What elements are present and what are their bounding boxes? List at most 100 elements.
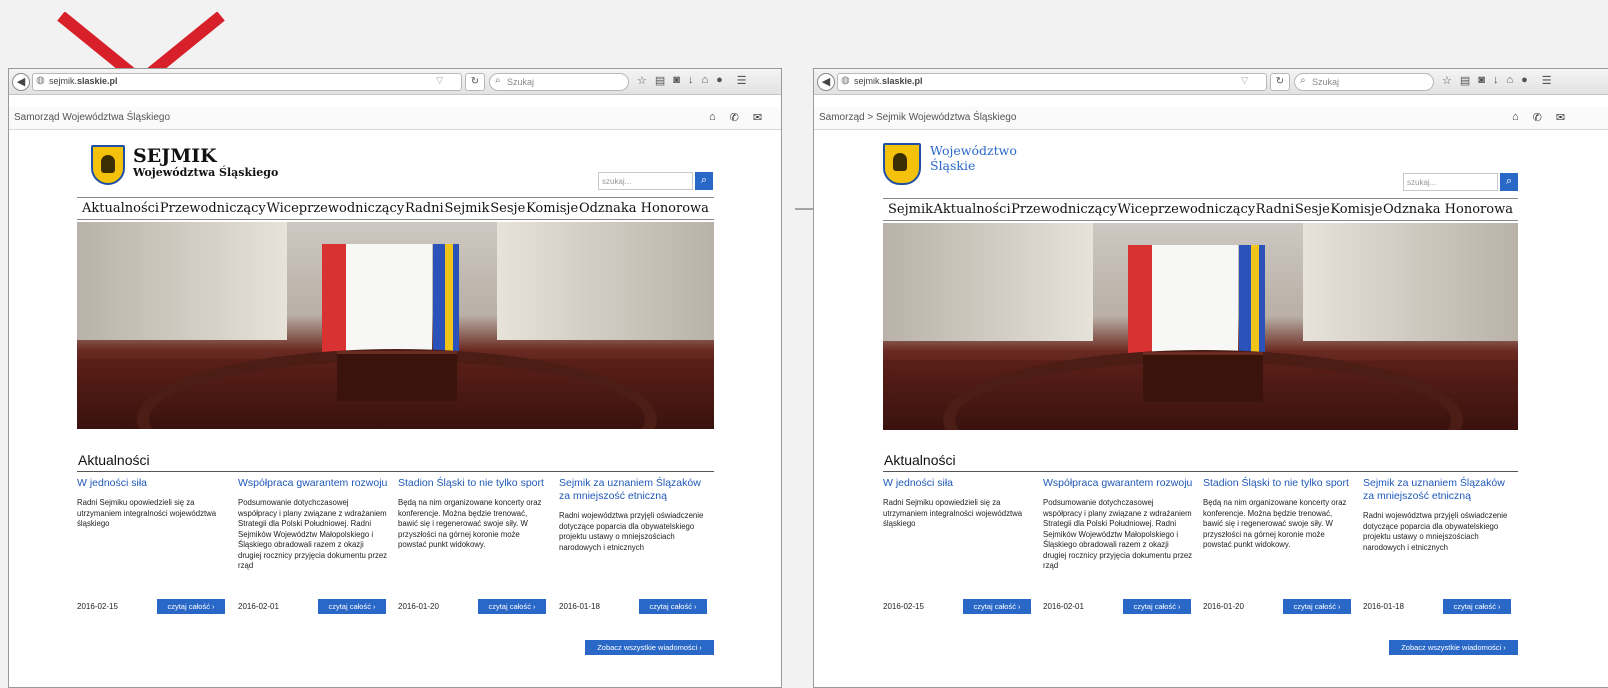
news-footer: 2016-01-20 czytaj całość ›: [1203, 599, 1351, 615]
news-text: Będą na nim organizowane koncerty oraz k…: [398, 498, 542, 549]
menu-item-sesje[interactable]: Sesje: [490, 201, 525, 216]
search-placeholder: Szukaj: [1312, 77, 1340, 87]
news-footer: 2016-02-15 czytaj całość ›: [77, 599, 225, 615]
news-date: 2016-01-20: [398, 602, 439, 611]
home-icon[interactable]: ⌂: [1506, 74, 1513, 87]
browser-toolbar: ◀ ◍ sejmik.slaskie.pl ▽ ↻ ⌕ Szukaj ☆ ▤ ◙…: [814, 69, 1608, 95]
menu-item-wiceprzewodniczacy[interactable]: Wiceprzewodniczący: [1117, 202, 1255, 217]
home-icon[interactable]: ⌂: [1512, 111, 1519, 124]
clipboard-icon[interactable]: ▤: [655, 74, 665, 87]
all-news-button[interactable]: Zobacz wszystkie wiadomości ›: [1389, 640, 1518, 655]
read-more-button[interactable]: czytaj całość ›: [963, 599, 1031, 614]
menu-item-odznaka[interactable]: Odznaka Honorowa: [579, 201, 709, 216]
all-news-button[interactable]: Zobacz wszystkie wiadomości ›: [585, 640, 714, 655]
pocket-icon[interactable]: ◙: [673, 74, 680, 87]
news-text: Radni Sejmiku opowiedzieli się za utrzym…: [883, 498, 1023, 528]
search-icon[interactable]: ⌕: [1500, 173, 1518, 191]
news-title[interactable]: Współpraca gwarantem rozwoju: [238, 477, 388, 490]
news-date: 2016-02-15: [77, 602, 118, 611]
news-item: W jedności siła Radni Sejmiku opowiedzie…: [883, 477, 1033, 530]
menu-item-odznaka[interactable]: Odznaka Honorowa: [1383, 202, 1513, 217]
read-more-button[interactable]: czytaj całość ›: [318, 599, 386, 614]
news-title[interactable]: Stadion Śląski to nie tylko sport: [1203, 477, 1353, 490]
download-icon[interactable]: ↓: [688, 74, 694, 87]
url-bar[interactable]: ◍ sejmik.slaskie.pl ▽: [32, 73, 462, 91]
news-footer: 2016-01-18 czytaj całość ›: [559, 599, 707, 615]
reload-button[interactable]: ↻: [1270, 73, 1290, 91]
menu-icon[interactable]: ☰: [1542, 74, 1552, 87]
news-text: Podsumowanie dotychczasowej współpracy i…: [1043, 498, 1193, 570]
dropdown-icon[interactable]: ▽: [436, 75, 443, 86]
breadcrumb-icons: ⌂ ✆ ✉: [709, 111, 762, 124]
hero-image: [77, 222, 714, 429]
news-item: Sejmik za uznaniem Ślązaków za mniejszoś…: [559, 477, 709, 553]
menu-item-komisje[interactable]: Komisje: [1330, 202, 1382, 217]
menu-icon[interactable]: ☰: [737, 74, 747, 87]
browser-window-old: ◀ ◍ sejmik.slaskie.pl ▽ ↻ ⌕ Szukaj ☆ ▤ ◙…: [8, 68, 782, 688]
menu-item-przewodniczacy[interactable]: Przewodniczący: [160, 201, 266, 216]
read-more-button[interactable]: czytaj całość ›: [1443, 599, 1511, 614]
download-icon[interactable]: ↓: [1493, 74, 1499, 87]
home-icon[interactable]: ⌂: [709, 111, 716, 124]
news-item: Sejmik za uznaniem Ślązaków za mniejszoś…: [1363, 477, 1513, 553]
url-text: sejmik.slaskie.pl: [854, 76, 923, 86]
news-date: 2016-02-01: [1043, 602, 1084, 611]
menu-item-radni[interactable]: Radni: [1256, 202, 1295, 217]
dropdown-icon[interactable]: ▽: [1241, 75, 1248, 86]
back-button[interactable]: ◀: [817, 73, 835, 91]
news-title[interactable]: Sejmik za uznaniem Ślązaków za mniejszoś…: [1363, 477, 1513, 503]
news-title[interactable]: Sejmik za uznaniem Ślązaków za mniejszoś…: [559, 477, 709, 503]
breadcrumb-text[interactable]: Samorząd Województwa Śląskiego: [14, 112, 170, 123]
url-text: sejmik.slaskie.pl: [49, 76, 118, 86]
news-title[interactable]: Stadion Śląski to nie tylko sport: [398, 477, 548, 490]
coat-of-arms-logo[interactable]: [883, 143, 921, 185]
site-search-input[interactable]: szukaj...: [598, 172, 693, 190]
menu-item-radni[interactable]: Radni: [405, 201, 444, 216]
chat-icon[interactable]: ●: [1521, 74, 1528, 87]
breadcrumb-text[interactable]: Samorząd > Sejmik Województwa Śląskiego: [819, 112, 1016, 123]
pocket-icon[interactable]: ◙: [1478, 74, 1485, 87]
read-more-button[interactable]: czytaj całość ›: [639, 599, 707, 614]
news-footer: 2016-02-01 czytaj całość ›: [1043, 599, 1191, 615]
browser-search-input[interactable]: ⌕ Szukaj: [489, 73, 629, 91]
hero-image: [883, 223, 1518, 430]
menu-item-wiceprzewodniczacy[interactable]: Wiceprzewodniczący: [267, 201, 405, 216]
phone-icon[interactable]: ✆: [1533, 111, 1542, 124]
read-more-button[interactable]: czytaj całość ›: [1283, 599, 1351, 614]
menu-item-sesje[interactable]: Sesje: [1295, 202, 1330, 217]
read-more-button[interactable]: czytaj całość ›: [478, 599, 546, 614]
menu-item-przewodniczacy[interactable]: Przewodniczący: [1011, 202, 1117, 217]
star-icon[interactable]: ☆: [1442, 74, 1452, 87]
site-search-input[interactable]: szukaj...: [1403, 173, 1498, 191]
menu-item-sejmik[interactable]: Sejmik: [444, 201, 489, 216]
news-text: Radni województwa przyjęli oświadczenie …: [559, 511, 704, 552]
back-button[interactable]: ◀: [12, 73, 30, 91]
reload-button[interactable]: ↻: [465, 73, 485, 91]
browser-search-input[interactable]: ⌕ Szukaj: [1294, 73, 1434, 91]
mail-icon[interactable]: ✉: [1556, 111, 1565, 124]
news-footer: 2016-01-20 czytaj całość ›: [398, 599, 546, 615]
search-icon[interactable]: ⌕: [695, 172, 713, 190]
news-text: Radni województwa przyjęli oświadczenie …: [1363, 511, 1508, 552]
news-text: Radni Sejmiku opowiedzieli się za utrzym…: [77, 498, 217, 528]
chat-icon[interactable]: ●: [716, 74, 723, 87]
mail-icon[interactable]: ✉: [753, 111, 762, 124]
menu-item-sejmik[interactable]: Sejmik: [888, 202, 933, 217]
menu-item-komisje[interactable]: Komisje: [526, 201, 578, 216]
coat-of-arms-logo[interactable]: [91, 145, 125, 185]
news-title[interactable]: W jedności siła: [883, 477, 1033, 490]
clipboard-icon[interactable]: ▤: [1460, 74, 1470, 87]
url-bar[interactable]: ◍ sejmik.slaskie.pl ▽: [837, 73, 1267, 91]
read-more-button[interactable]: czytaj całość ›: [157, 599, 225, 614]
search-icon: ⌕: [1300, 75, 1306, 86]
star-icon[interactable]: ☆: [637, 74, 647, 87]
news-section-title: Aktualności: [77, 452, 714, 472]
home-icon[interactable]: ⌂: [701, 74, 708, 87]
logo-title: SEJMIK: [133, 145, 217, 167]
news-title[interactable]: Współpraca gwarantem rozwoju: [1043, 477, 1193, 490]
phone-icon[interactable]: ✆: [730, 111, 739, 124]
news-title[interactable]: W jedności siła: [77, 477, 227, 490]
read-more-button[interactable]: czytaj całość ›: [1123, 599, 1191, 614]
menu-item-aktualnosci[interactable]: Aktualności: [82, 201, 159, 216]
menu-item-aktualnosci[interactable]: Aktualności: [934, 202, 1011, 217]
